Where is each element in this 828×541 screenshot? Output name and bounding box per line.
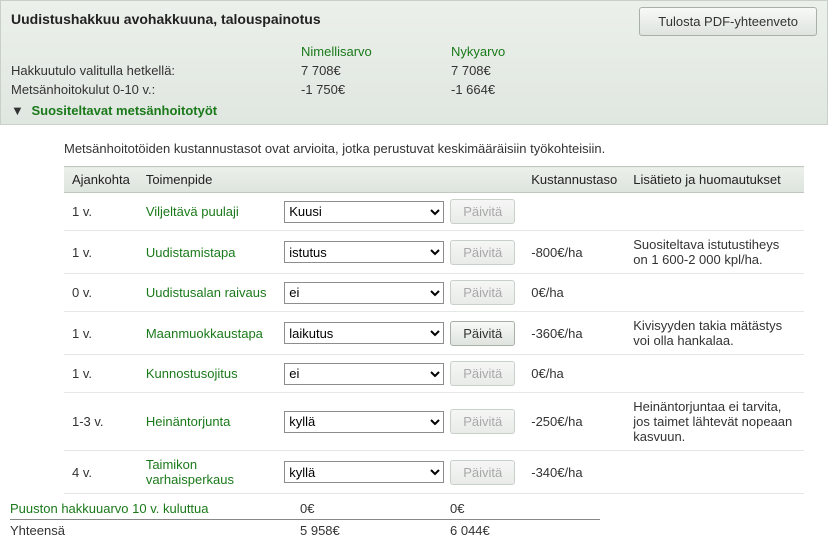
row-note [625, 355, 804, 393]
row-time: 1 v. [64, 231, 138, 274]
row-select[interactable]: kyllä [284, 411, 444, 433]
row-select[interactable]: ei [284, 282, 444, 304]
row-time: 1 v. [64, 355, 138, 393]
update-button: Päivitä [450, 361, 515, 386]
row-name-link[interactable]: Uudistamistapa [146, 245, 236, 260]
forestry-cost-present: -1 664€ [451, 80, 601, 99]
row-name-link[interactable]: Viljeltävä puulaji [146, 204, 239, 219]
print-pdf-button[interactable]: Tulosta PDF-yhteenveto [639, 7, 817, 36]
row-name-link[interactable]: Kunnostusojitus [146, 366, 238, 381]
table-row: 4 v. Taimikon varhaisperkaus kyllä Päivitä-… [64, 451, 804, 494]
col-present-header: Nykyarvo [451, 42, 601, 61]
row-note: Suositeltava istutustiheys on 1 600-2 00… [625, 231, 804, 274]
row-note: Kivisyyden takia mätästys voi olla hanka… [625, 312, 804, 355]
total-present: 6 044€ [450, 519, 600, 541]
row-name-link[interactable]: Heinäntorjunta [146, 414, 231, 429]
harvest-income-nominal: 7 708€ [301, 61, 451, 80]
row-select[interactable]: laikutus [284, 322, 444, 344]
section-toggle-label: Suositeltavat metsänhoitotyöt [32, 103, 218, 118]
row-select[interactable]: Kuusi [284, 201, 444, 223]
update-button: Päivitä [450, 199, 515, 224]
row-time: 4 v. [64, 451, 138, 494]
row-time: 0 v. [64, 274, 138, 312]
col-nominal-header: Nimellisarvo [301, 42, 451, 61]
row-name-link[interactable]: Taimikon varhaisperkaus [146, 457, 234, 487]
table-row: 0 v. Uudistusalan raivaus ei Päivitä 0€/ha [64, 274, 804, 312]
row-cost: -800€/ha [523, 231, 625, 274]
table-row: 1 v. Viljeltävä puulaji Kuusi Päivitä [64, 193, 804, 231]
row-time: 1 v. [64, 193, 138, 231]
row-cost: 0€/ha [523, 274, 625, 312]
row-cost: -360€/ha [523, 312, 625, 355]
row-cost: -250€/ha [523, 393, 625, 451]
section-toggle[interactable]: ▼ Suositeltavat metsänhoitotyöt [11, 99, 817, 120]
row-select[interactable]: ei [284, 363, 444, 385]
future-harvest-present: 0€ [450, 498, 600, 519]
update-button[interactable]: Päivitä [450, 321, 515, 346]
panel-title: Uudistushakkuu avohakkuuna, talouspainot… [11, 7, 321, 27]
table-row: 1 v. Uudistamistapa istutus Päivitä -800€/ha… [64, 231, 804, 274]
row-select[interactable]: kyllä [284, 461, 444, 483]
row-cost: 0€/ha [523, 355, 625, 393]
row-select[interactable]: istutus [284, 241, 444, 263]
forestry-cost-label: Metsänhoitokulut 0-10 v.: [11, 80, 301, 99]
recommendations-table: Ajankohta Toimenpide Kustannustaso Lisät… [64, 166, 804, 494]
triangle-down-icon: ▼ [11, 103, 24, 118]
update-button: Päivitä [450, 240, 515, 265]
row-time: 1-3 v. [64, 393, 138, 451]
row-note [625, 451, 804, 494]
table-row: 1 v. Maanmuokkaustapa laikutus Päivitä -360€… [64, 312, 804, 355]
forestry-cost-nominal: -1 750€ [301, 80, 451, 99]
row-name-link[interactable]: Uudistusalan raivaus [146, 285, 267, 300]
harvest-income-present: 7 708€ [451, 61, 601, 80]
row-note: Heinäntorjuntaa ei tarvita, jos taimet l… [625, 393, 804, 451]
update-button: Päivitä [450, 409, 515, 434]
col-cost-header: Kustannustaso [523, 167, 625, 193]
total-nominal: 5 958€ [300, 519, 450, 541]
row-name-link[interactable]: Maanmuokkaustapa [146, 326, 263, 341]
col-time-header: Ajankohta [64, 167, 138, 193]
row-cost: -340€/ha [523, 451, 625, 494]
update-button: Päivitä [450, 280, 515, 305]
update-button: Päivitä [450, 460, 515, 485]
table-row: 1 v. Kunnostusojitus ei Päivitä 0€/ha [64, 355, 804, 393]
row-cost [523, 193, 625, 231]
total-label: Yhteensä [10, 519, 300, 541]
table-row: 1-3 v. Heinäntorjunta kyllä Päivitä -250€/ha… [64, 393, 804, 451]
future-harvest-nominal: 0€ [300, 498, 450, 519]
col-note-header: Lisätieto ja huomautukset [625, 167, 804, 193]
row-note [625, 274, 804, 312]
harvest-income-label: Hakkuutulo valitulla hetkellä: [11, 61, 301, 80]
future-harvest-label: Puuston hakkuuarvo 10 v. kuluttua [10, 498, 300, 519]
row-note [625, 193, 804, 231]
row-time: 1 v. [64, 312, 138, 355]
col-action-header: Toimenpide [138, 167, 523, 193]
section-intro: Metsänhoitotöiden kustannustasot ovat ar… [64, 135, 820, 166]
